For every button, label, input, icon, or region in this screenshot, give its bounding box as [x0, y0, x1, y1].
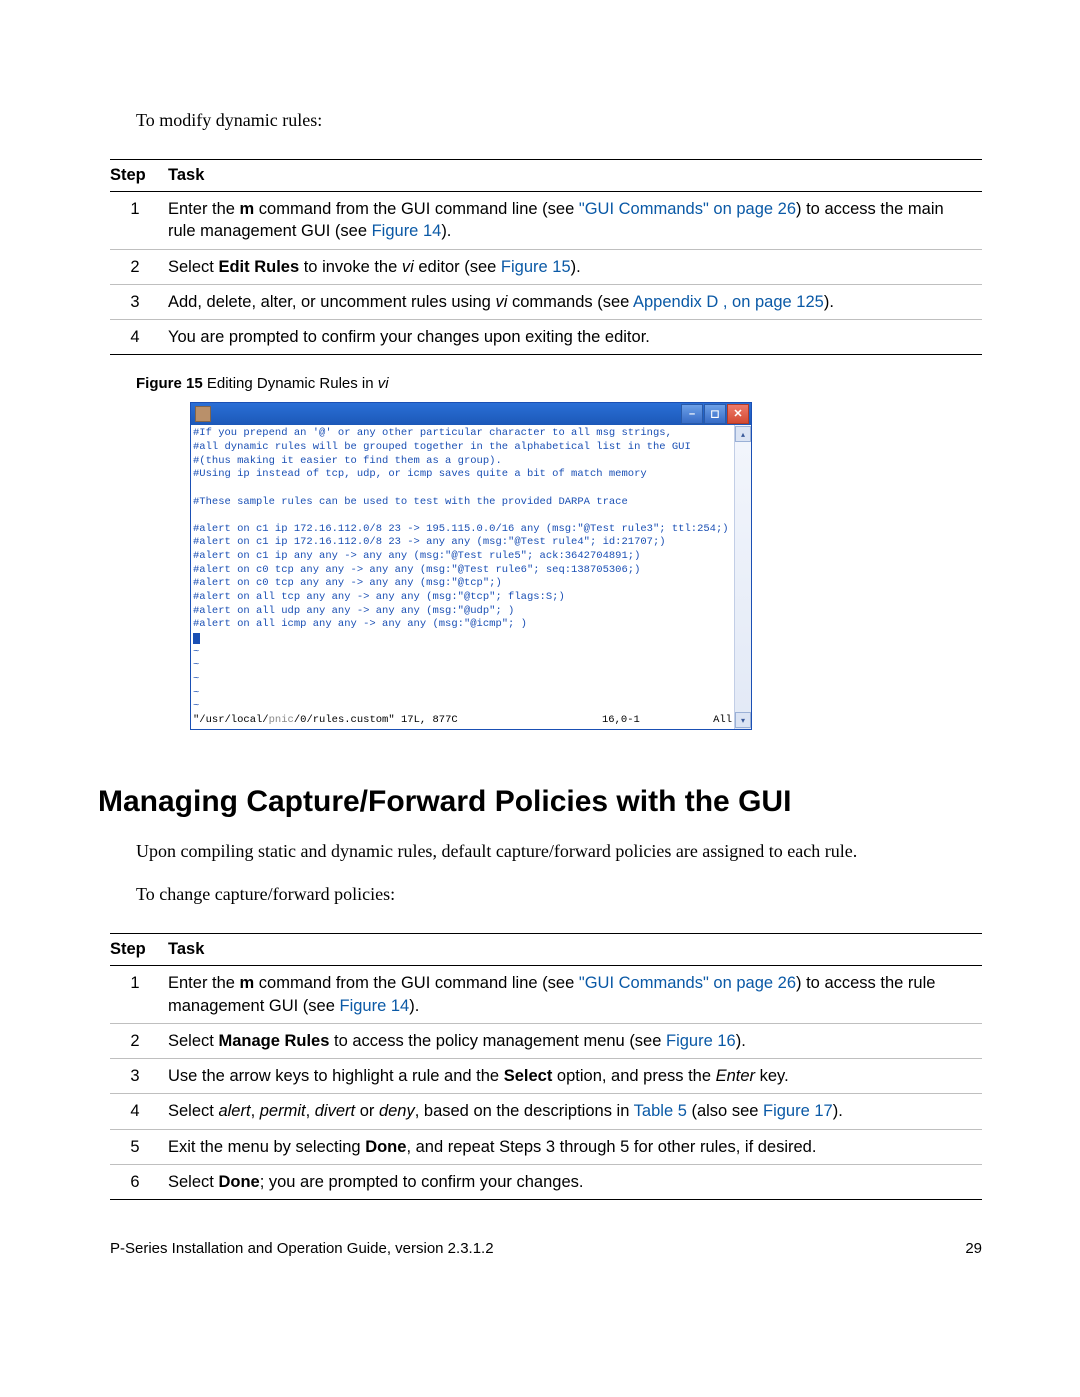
link-table-5[interactable]: Table 5 — [634, 1102, 687, 1120]
th-task: Task — [168, 934, 982, 966]
maximize-button[interactable]: ◻ — [704, 404, 726, 424]
link-figure-16[interactable]: Figure 16 — [666, 1032, 736, 1050]
page-footer: P-Series Installation and Operation Guid… — [110, 1240, 982, 1257]
scroll-down-icon[interactable]: ▾ — [735, 712, 751, 728]
section-heading: Managing Capture/Forward Policies with t… — [98, 785, 982, 819]
intro-text-1: To modify dynamic rules: — [136, 110, 982, 131]
link-appendix-d[interactable]: Appendix D , on page 125 — [633, 293, 824, 311]
table-row: 1 Enter the m command from the GUI comma… — [110, 192, 982, 250]
table-row: 3 Use the arrow keys to highlight a rule… — [110, 1059, 982, 1094]
figure-caption-15: Figure 15 Editing Dynamic Rules in vi — [136, 375, 982, 392]
table-row: 4 You are prompted to confirm your chang… — [110, 320, 982, 355]
link-gui-commands[interactable]: "GUI Commands" on page 26 — [579, 200, 796, 218]
app-icon — [195, 406, 211, 422]
scroll-up-icon[interactable]: ▴ — [735, 426, 751, 442]
link-figure-14-2[interactable]: Figure 14 — [340, 997, 410, 1015]
intro-text-2: To change capture/forward policies: — [136, 884, 982, 905]
vi-status-line: "/usr/local/pnic/0/rules.custom" 17L, 87… — [193, 714, 732, 728]
minimize-button[interactable]: – — [681, 404, 703, 424]
link-figure-15[interactable]: Figure 15 — [501, 258, 571, 276]
th-step: Step — [110, 934, 168, 966]
footer-title: P-Series Installation and Operation Guid… — [110, 1240, 494, 1257]
steps-table-1: Step Task 1 Enter the m command from the… — [110, 159, 982, 355]
table-row: 5 Exit the menu by selecting Done, and r… — [110, 1129, 982, 1164]
link-gui-commands-2[interactable]: "GUI Commands" on page 26 — [579, 974, 796, 992]
page-number: 29 — [965, 1240, 982, 1257]
section-paragraph: Upon compiling static and dynamic rules,… — [136, 841, 982, 862]
table-row: 1 Enter the m command from the GUI comma… — [110, 966, 982, 1024]
table-row: 3 Add, delete, alter, or uncomment rules… — [110, 284, 982, 319]
editor-text-area[interactable]: #If you prepend an '@' or any other part… — [191, 425, 734, 729]
text-cursor — [193, 633, 200, 644]
link-figure-17[interactable]: Figure 17 — [763, 1102, 833, 1120]
th-step: Step — [110, 160, 168, 192]
table-row: 4 Select alert, permit, divert or deny, … — [110, 1094, 982, 1129]
table-row: 2 Select Edit Rules to invoke the vi edi… — [110, 249, 982, 284]
titlebar[interactable]: – ◻ ✕ — [191, 403, 751, 425]
table-row: 6 Select Done; you are prompted to confi… — [110, 1165, 982, 1200]
link-figure-14[interactable]: Figure 14 — [372, 222, 442, 240]
steps-table-2: Step Task 1 Enter the m command from the… — [110, 933, 982, 1200]
scrollbar[interactable]: ▴ ▾ — [734, 425, 751, 729]
table-row: 2 Select Manage Rules to access the poli… — [110, 1023, 982, 1058]
vi-editor-window: – ◻ ✕ #If you prepend an '@' or any othe… — [190, 402, 752, 730]
close-button[interactable]: ✕ — [727, 404, 749, 424]
th-task: Task — [168, 160, 982, 192]
